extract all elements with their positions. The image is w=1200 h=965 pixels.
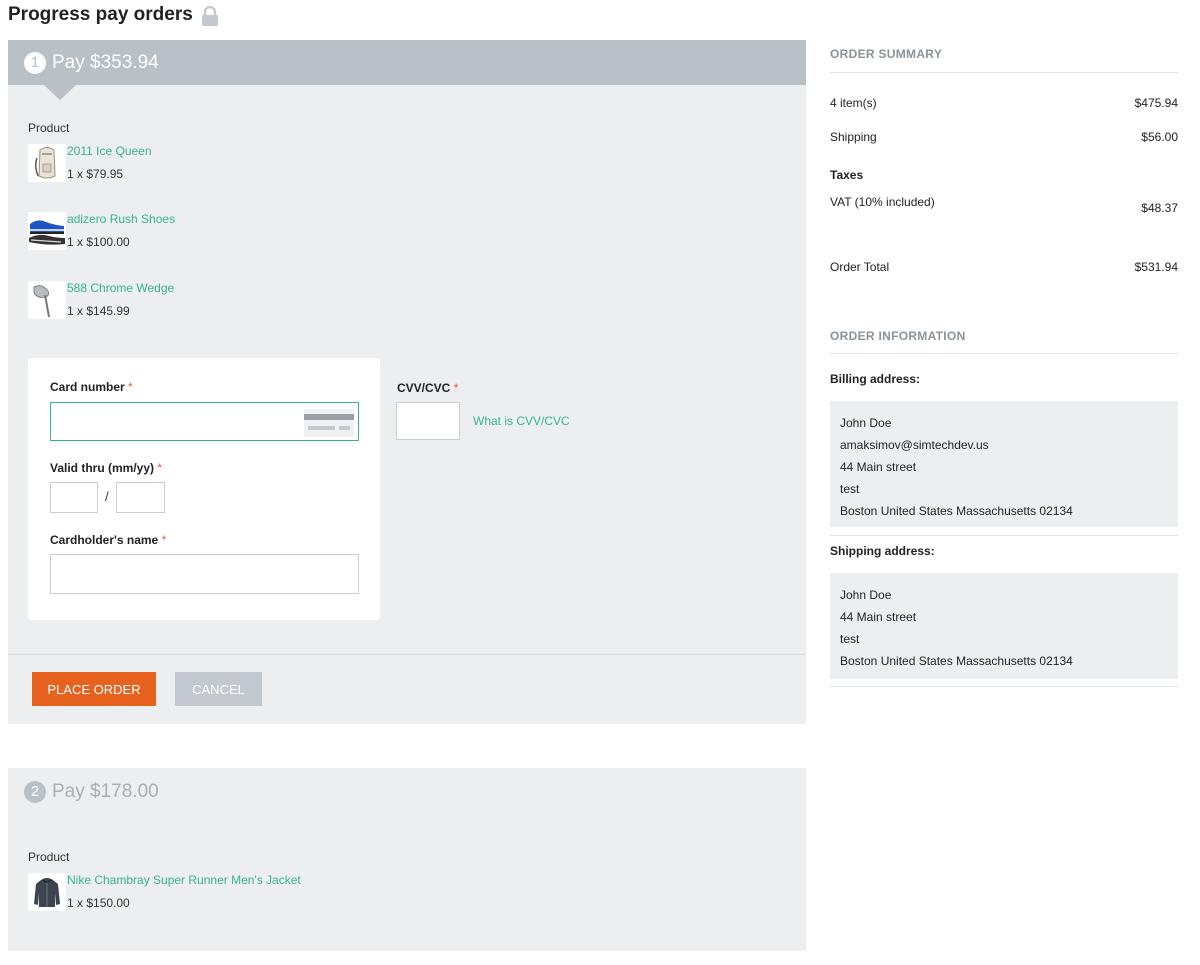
order-total-label: Order Total xyxy=(830,260,890,274)
list-item: 588 Chrome Wedge 1 x $145.99 xyxy=(28,281,174,323)
payment-step-2: 2 Pay $178.00 Product Nike Chambray Supe… xyxy=(8,768,806,951)
cardholder-name-input[interactable] xyxy=(50,554,359,594)
order-summary-title: ORDER SUMMARY xyxy=(830,47,943,61)
page-title-text: Progress pay orders xyxy=(8,4,193,25)
divider xyxy=(830,353,1178,354)
product-link[interactable]: 588 Chrome Wedge xyxy=(67,277,174,300)
divider xyxy=(830,686,1178,687)
product-label: Product xyxy=(28,121,70,135)
place-order-button[interactable]: PLACE ORDER xyxy=(32,672,156,706)
shipping-value: $56.00 xyxy=(1141,130,1178,144)
divider xyxy=(830,72,1178,73)
product-link[interactable]: Nike Chambray Super Runner Men's Jacket xyxy=(67,869,301,892)
what-is-cvv-link[interactable]: What is CVV/CVC xyxy=(473,414,570,428)
valid-thru-label: Valid thru (mm/yy) * xyxy=(50,461,163,475)
step-title: Pay $178.00 xyxy=(52,781,159,802)
product-link[interactable]: adizero Rush Shoes xyxy=(67,208,175,231)
billing-name: John Doe xyxy=(840,416,892,430)
summary-row-vat: VAT (10% included) $48.37 xyxy=(830,195,1178,215)
order-information-title: ORDER INFORMATION xyxy=(830,329,966,343)
credit-card-icon xyxy=(304,409,354,437)
shipping-street: 44 Main street xyxy=(840,610,917,624)
summary-row-items: 4 item(s) $475.94 xyxy=(830,96,1178,110)
credit-card-form: Card number * Valid thru (mm/yy) * / Car… xyxy=(28,358,380,620)
product-qty-price: 1 x $100.00 xyxy=(67,235,130,249)
billing-email: amaksimov@simtechdev.us xyxy=(840,438,989,452)
billing-city: Boston United States Massachusetts 02134 xyxy=(840,504,1073,518)
list-item: adizero Rush Shoes 1 x $100.00 xyxy=(28,212,175,254)
product-thumbnail-golf-club[interactable] xyxy=(28,281,66,319)
step-number-badge: 2 xyxy=(24,781,46,803)
shipping-city: Boston United States Massachusetts 02134 xyxy=(840,654,1073,668)
date-separator: / xyxy=(105,489,109,504)
vat-value: $48.37 xyxy=(1141,201,1178,215)
payment-step-1: 1 Pay $353.94 Product 2011 Ice Queen 1 x… xyxy=(8,40,806,724)
shipping-address-box: John Doe 44 Main street test Boston Unit… xyxy=(830,573,1178,679)
product-thumbnail-backpack[interactable] xyxy=(28,144,66,182)
vat-label: VAT (10% included) xyxy=(830,195,935,209)
cancel-button[interactable]: CANCEL xyxy=(175,672,262,706)
expiry-year-input[interactable] xyxy=(116,482,165,513)
card-number-input[interactable] xyxy=(50,402,359,441)
divider xyxy=(8,654,806,655)
cvv-label: CVV/CVC * xyxy=(397,381,459,395)
step-1-header[interactable]: 1 Pay $353.94 xyxy=(8,40,806,100)
product-label: Product xyxy=(28,850,70,864)
lock-icon xyxy=(201,5,219,26)
shipping-name: John Doe xyxy=(840,588,892,602)
step-2-header[interactable]: 2 Pay $178.00 xyxy=(8,768,806,816)
expiry-month-input[interactable] xyxy=(50,482,98,513)
product-qty-price: 1 x $145.99 xyxy=(67,304,130,318)
cardholder-name-label: Cardholder's name * xyxy=(50,533,167,547)
shipping-line: test xyxy=(840,632,860,646)
product-thumbnail-shoes[interactable] xyxy=(28,212,66,250)
summary-row-total: Order Total $531.94 xyxy=(830,260,1178,274)
billing-line: test xyxy=(840,482,860,496)
product-thumbnail-jacket[interactable] xyxy=(28,873,66,911)
list-item: 2011 Ice Queen 1 x $79.95 xyxy=(28,144,152,186)
product-qty-price: 1 x $79.95 xyxy=(67,167,124,181)
shipping-address-label: Shipping address: xyxy=(830,544,935,558)
items-label: 4 item(s) xyxy=(830,96,877,110)
shipping-label: Shipping xyxy=(830,130,877,144)
billing-street: 44 Main street xyxy=(840,460,917,474)
items-value: $475.94 xyxy=(1134,96,1178,110)
order-total-value: $531.94 xyxy=(1134,260,1178,274)
summary-row-shipping: Shipping $56.00 xyxy=(830,130,1178,144)
page-title: Progress pay orders xyxy=(8,4,219,26)
taxes-heading: Taxes xyxy=(830,168,864,182)
list-item: Nike Chambray Super Runner Men's Jacket … xyxy=(28,873,301,915)
cvv-input[interactable] xyxy=(396,402,460,440)
divider xyxy=(830,535,1178,536)
card-number-label: Card number * xyxy=(50,380,133,394)
step-number-badge: 1 xyxy=(24,51,46,74)
step-arrow xyxy=(44,85,76,100)
product-qty-price: 1 x $150.00 xyxy=(67,896,130,910)
product-link[interactable]: 2011 Ice Queen xyxy=(67,140,152,163)
step-title: Pay $353.94 xyxy=(52,51,159,73)
billing-address-label: Billing address: xyxy=(830,372,921,386)
billing-address-box: John Doe amaksimov@simtechdev.us 44 Main… xyxy=(830,401,1178,527)
